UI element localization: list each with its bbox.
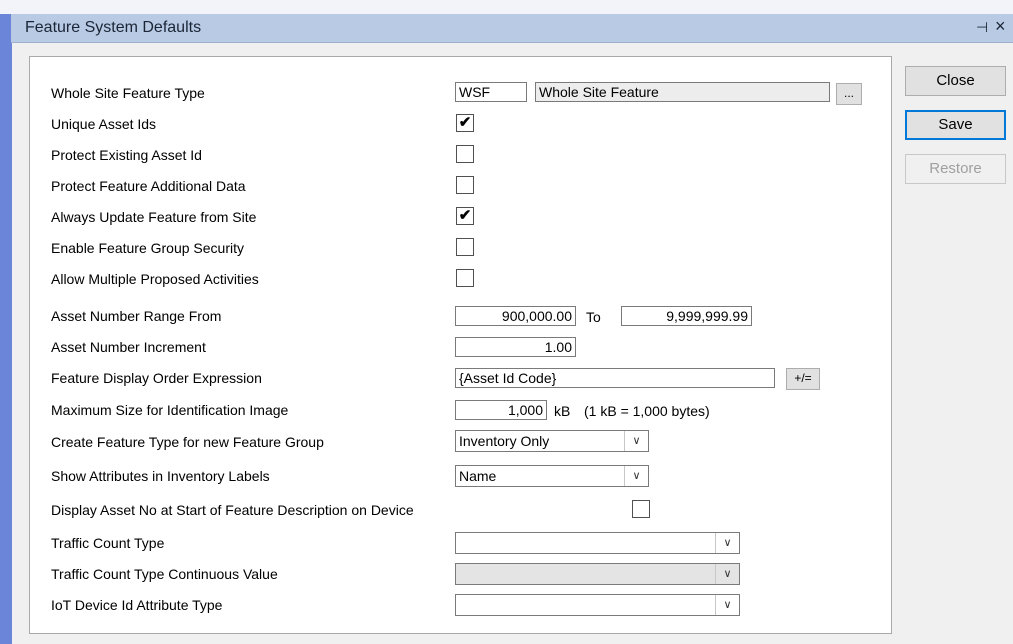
chevron-down-icon: ∨ [715, 564, 739, 584]
whole-site-feature-type-label: Whole Site Feature Type [51, 85, 205, 101]
max-image-size-label: Maximum Size for Identification Image [51, 402, 289, 418]
protect-existing-asset-id-label: Protect Existing Asset Id [51, 147, 202, 163]
enable-feature-group-security-label: Enable Feature Group Security [51, 240, 244, 256]
feature-display-order-field[interactable]: {Asset Id Code} [455, 368, 775, 388]
traffic-count-type-label: Traffic Count Type [51, 535, 165, 551]
always-update-feature-label: Always Update Feature from Site [51, 209, 257, 225]
chevron-down-icon[interactable]: ∨ [624, 431, 648, 451]
traffic-count-continuous-label: Traffic Count Type Continuous Value [51, 566, 278, 582]
asset-number-increment-label: Asset Number Increment [51, 339, 206, 355]
show-attributes-select[interactable]: Name ∨ [455, 465, 649, 487]
protect-feature-additional-data-checkbox[interactable] [456, 176, 474, 194]
browse-feature-type-button[interactable]: ... [836, 83, 862, 105]
max-image-size-field[interactable]: 1,000 [455, 400, 547, 420]
max-image-size-unit: kB [554, 403, 571, 419]
close-button[interactable]: Close [905, 66, 1006, 96]
chevron-down-icon[interactable]: ∨ [715, 533, 739, 553]
allow-multiple-proposed-activities-checkbox[interactable] [456, 269, 474, 287]
create-feature-type-select[interactable]: Inventory Only ∨ [455, 430, 649, 452]
create-feature-type-label: Create Feature Type for new Feature Grou… [51, 434, 324, 450]
asset-range-from-field[interactable]: 900,000.00 [455, 306, 576, 326]
iot-device-id-select[interactable]: ∨ [455, 594, 740, 616]
max-image-size-note: (1 kB = 1,000 bytes) [584, 403, 710, 419]
feature-display-order-label: Feature Display Order Expression [51, 370, 262, 386]
show-attributes-label: Show Attributes in Inventory Labels [51, 468, 270, 484]
close-icon[interactable]: × [995, 16, 1006, 37]
window-title: Feature System Defaults [25, 19, 202, 36]
display-asset-no-label: Display Asset No at Start of Feature Des… [51, 502, 414, 518]
traffic-count-type-select[interactable]: ∨ [455, 532, 740, 554]
restore-button: Restore [905, 154, 1006, 184]
whole-site-feature-code-field[interactable]: WSF [455, 82, 527, 102]
chevron-down-icon[interactable]: ∨ [715, 595, 739, 615]
protect-feature-additional-data-label: Protect Feature Additional Data [51, 178, 246, 194]
title-bar: Feature System Defaults ⊣ × [11, 14, 1013, 43]
enable-feature-group-security-checkbox[interactable] [456, 238, 474, 256]
save-button[interactable]: Save [905, 110, 1006, 140]
create-feature-type-value: Inventory Only [459, 433, 550, 449]
protect-existing-asset-id-checkbox[interactable] [456, 145, 474, 163]
asset-range-to-label: To [586, 309, 601, 325]
whole-site-feature-name-field: Whole Site Feature [535, 82, 830, 102]
asset-number-increment-field[interactable]: 1.00 [455, 337, 576, 357]
expression-builder-button[interactable]: +/= [786, 368, 820, 390]
allow-multiple-proposed-activities-label: Allow Multiple Proposed Activities [51, 271, 259, 287]
pin-icon[interactable]: ⊣ [976, 19, 988, 36]
show-attributes-value: Name [459, 468, 497, 484]
iot-device-id-label: IoT Device Id Attribute Type [51, 597, 223, 613]
top-band [0, 0, 1013, 14]
asset-number-range-label: Asset Number Range From [51, 308, 222, 324]
display-asset-no-checkbox[interactable] [632, 500, 650, 518]
always-update-feature-checkbox[interactable]: ✔ [456, 207, 474, 225]
chevron-down-icon[interactable]: ∨ [624, 466, 648, 486]
unique-asset-ids-label: Unique Asset Ids [51, 116, 157, 132]
traffic-count-continuous-select: ∨ [455, 563, 740, 585]
unique-asset-ids-checkbox[interactable]: ✔ [456, 114, 474, 132]
asset-range-to-field[interactable]: 9,999,999.99 [621, 306, 752, 326]
